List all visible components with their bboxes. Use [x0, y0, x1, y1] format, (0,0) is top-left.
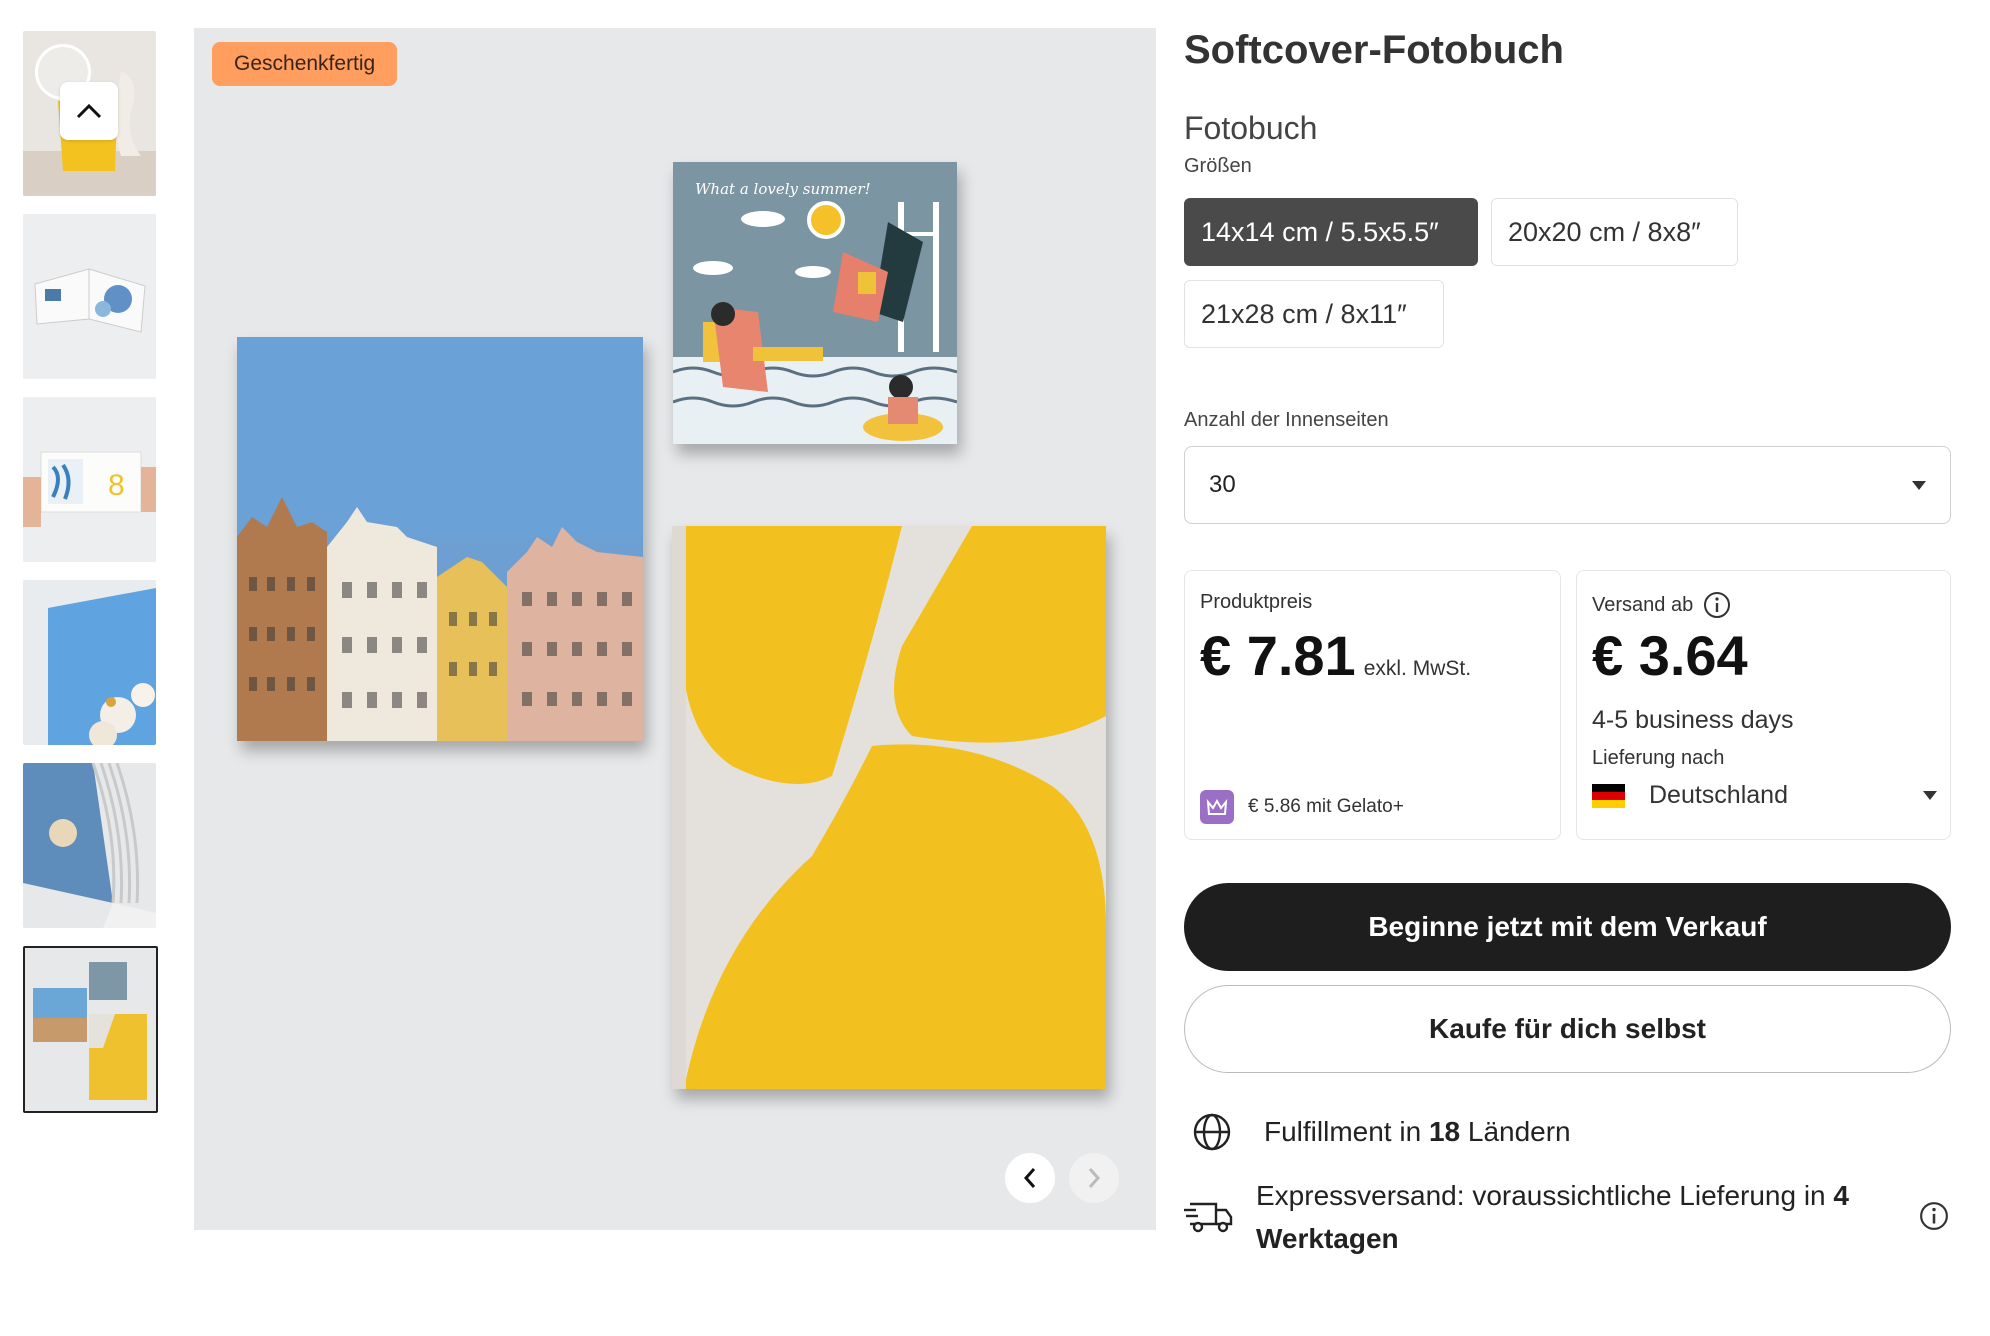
fulfillment-text: Fulfillment in 18 Ländern: [1264, 1116, 1571, 1148]
thumbnail-3[interactable]: 8: [23, 397, 156, 562]
scroll-up-button[interactable]: [60, 82, 118, 140]
shipping-label: Versand ab: [1592, 591, 1731, 619]
svg-text:8: 8: [108, 469, 125, 502]
germany-flag-icon: [1592, 783, 1625, 808]
gelato-plus-price[interactable]: € 5.86 mit Gelato+: [1200, 790, 1404, 824]
express-prefix: Expressversand: voraussichtliche Lieferu…: [1256, 1180, 1834, 1211]
product-price-label: Produktpreis: [1200, 591, 1313, 613]
gelato-plus-text: € 5.86 mit Gelato+: [1248, 796, 1404, 817]
delivery-to-label: Lieferung nach: [1592, 747, 1725, 769]
size-option-20x20[interactable]: 20x20 cm / 8x8″: [1491, 198, 1738, 266]
thumbnail-6[interactable]: [23, 946, 158, 1113]
city-book-image: [237, 337, 643, 741]
sizes-label: Größen: [1184, 155, 1252, 177]
thumbnail-5[interactable]: [23, 763, 156, 928]
start-selling-button[interactable]: Beginne jetzt mit dem Verkauf: [1184, 883, 1951, 971]
info-icon[interactable]: [1919, 1201, 1949, 1231]
info-icon[interactable]: [1703, 591, 1731, 619]
shipping-price: € 3.64: [1592, 624, 1748, 687]
gift-ready-badge: Geschenkfertig: [212, 42, 398, 86]
express-feature: Expressversand: voraussichtliche Lieferu…: [1184, 1174, 1954, 1260]
thumbnail-held-book-image: 8: [23, 397, 156, 562]
country-name: Deutschland: [1649, 781, 1788, 809]
previous-image-button[interactable]: [1005, 1153, 1055, 1203]
product-title: Softcover-Fotobuch: [1184, 28, 1564, 72]
pages-label: Anzahl der Innenseiten: [1184, 409, 1389, 431]
thumbnail-1[interactable]: [23, 31, 156, 196]
chevron-up-icon: [76, 103, 102, 119]
thumbnail-open-book-image: [23, 214, 156, 379]
pages-select[interactable]: 30: [1184, 446, 1951, 524]
chevron-left-icon: [1023, 1168, 1036, 1188]
buy-for-yourself-button[interactable]: Kaufe für dich selbst: [1184, 985, 1951, 1073]
abstract-book-image: [672, 526, 1106, 1089]
main-product-image: Geschenkfertig What a lovely summer!: [194, 28, 1156, 1230]
product-price: € 7.81 exkl. MwSt.: [1200, 623, 1471, 688]
fulfillment-count: 18: [1428, 1116, 1461, 1147]
thumbnail-three-books-image: [25, 948, 156, 1111]
fulfillment-prefix: Fulfillment in: [1264, 1116, 1429, 1147]
express-text: Expressversand: voraussichtliche Lieferu…: [1256, 1174, 1886, 1260]
fulfillment-suffix: Ländern: [1460, 1116, 1571, 1147]
product-price-card: Produktpreis € 7.81 exkl. MwSt. € 5.86 mi…: [1184, 570, 1561, 840]
thumbnail-pages-book-image: [23, 763, 156, 928]
product-subtitle: Fotobuch: [1184, 110, 1318, 146]
thumbnail-2[interactable]: [23, 214, 156, 379]
size-option-14x14[interactable]: 14x14 cm / 5.5x5.5″: [1184, 198, 1478, 266]
country-select[interactable]: Deutschland: [1592, 781, 1937, 810]
product-price-value: € 7.81: [1200, 624, 1356, 687]
next-image-button[interactable]: [1069, 1153, 1119, 1203]
product-price-tax-note: exkl. MwSt.: [1363, 657, 1472, 680]
caret-down-icon: [1923, 791, 1937, 800]
globe-icon: [1193, 1113, 1231, 1151]
chevron-right-icon: [1088, 1168, 1101, 1188]
pages-value: 30: [1209, 471, 1236, 498]
size-option-21x28[interactable]: 21x28 cm / 8x11″: [1184, 280, 1444, 348]
caret-down-icon: [1912, 480, 1926, 490]
summer-book-title: What a lovely summer!: [695, 180, 871, 198]
shipping-label-text: Versand ab: [1592, 593, 1694, 616]
thumbnail-flower-book-image: [23, 580, 156, 745]
shipping-card: Versand ab € 3.64 4-5 business days Lief…: [1576, 570, 1951, 840]
crown-icon: [1200, 790, 1234, 824]
delivery-truck-icon: [1184, 1202, 1233, 1233]
fulfillment-feature: Fulfillment in 18 Ländern: [1184, 1112, 1571, 1152]
thumbnail-4[interactable]: [23, 580, 156, 745]
delivery-time: 4-5 business days: [1592, 706, 1794, 734]
summer-book-image: What a lovely summer!: [673, 162, 957, 444]
